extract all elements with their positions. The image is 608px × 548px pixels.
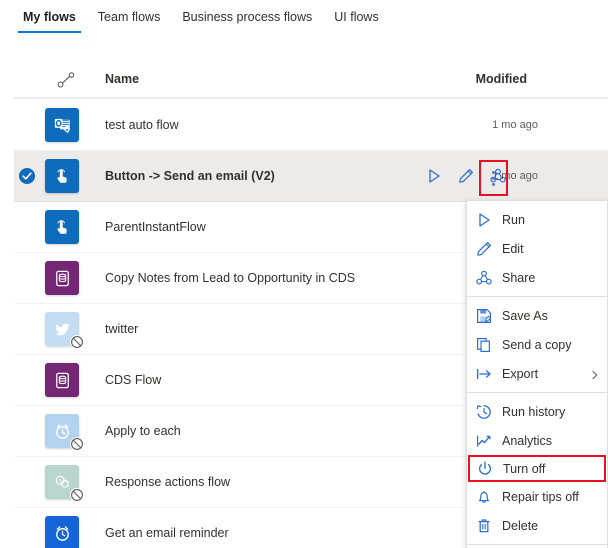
flow-name: Response actions flow [105,475,231,489]
menu-item-save-as[interactable]: Save As [467,301,607,330]
tab-label: Team flows [97,10,161,24]
menu-divider [467,544,607,545]
export-arrow-icon [475,365,493,383]
table-column-header: Name Modified [14,62,608,99]
tab-label: Business process flows [182,10,313,24]
flow-name: test auto flow [105,118,179,132]
menu-item-run[interactable]: Run [467,205,607,234]
ellipsis-icon [492,170,495,186]
outlook-icon [45,108,79,142]
flow-modified: 1 mo ago [492,119,538,131]
menu-item-turn-off[interactable]: Turn off [468,455,606,482]
menu-item-label: Edit [502,241,524,256]
menu-item-delete[interactable]: Delete [467,511,607,540]
button-tap-icon [45,159,79,193]
history-icon [475,403,493,421]
tab-label: UI flows [334,10,379,24]
flow-connector-icon [56,71,76,89]
flow-name: ParentInstantFlow [105,220,206,234]
flow-context-menu: Run Edit Share Save As Send a copy Export Run … [466,200,608,548]
chart-line-icon [475,432,493,450]
flow-disabled-badge-icon [70,488,84,502]
menu-item-label: Send a copy [502,337,572,352]
button-tap-icon [45,210,79,244]
flow-name: CDS Flow [105,373,162,387]
tab-my-flows[interactable]: My flows [12,0,87,33]
flow-name: twitter [105,322,139,336]
table-row[interactable]: test auto flow 1 mo ago [14,100,608,151]
menu-item-label: Run history [502,404,566,419]
tab-team-flows[interactable]: Team flows [87,0,172,33]
flow-name: Get an email reminder [105,526,229,540]
tab-bar: My flows Team flows Business process flo… [0,0,608,40]
menu-item-edit[interactable]: Edit [467,234,607,263]
tab-label: My flows [23,10,76,24]
share-icon [475,269,493,287]
bell-icon [475,488,493,506]
row-more-commands-button[interactable] [479,160,508,196]
menu-item-share[interactable]: Share [467,263,607,292]
menu-item-label: Delete [502,518,539,533]
menu-item-label: Turn off [503,461,546,476]
menu-item-export[interactable]: Export [467,359,607,388]
column-header-modified[interactable]: Modified [476,72,527,86]
power-automate-flows-page: My flows Team flows Business process flo… [0,0,608,548]
alarm-clock-icon [45,516,79,548]
run-triangle-icon [475,211,493,229]
save-as-icon [475,307,493,325]
row-edit-button[interactable] [457,167,475,185]
row-selected-checkmark-icon[interactable] [18,167,36,185]
flow-name: Copy Notes from Lead to Opportunity in C… [105,271,356,285]
chevron-right-icon [590,369,600,379]
database-icon [45,363,79,397]
power-icon [476,460,494,478]
menu-divider [467,392,607,393]
trash-icon [475,517,493,535]
tab-business-process-flows[interactable]: Business process flows [171,0,323,33]
menu-item-label: Run [502,212,525,227]
menu-divider [467,296,607,297]
menu-item-run-history[interactable]: Run history [467,397,607,426]
menu-item-label: Repair tips off [502,489,579,504]
column-header-name[interactable]: Name [105,72,139,86]
menu-item-repair-tips-off[interactable]: Repair tips off [467,482,607,511]
copy-icon [475,336,493,354]
tab-ui-flows[interactable]: UI flows [323,0,389,33]
menu-item-label: Export [502,366,539,381]
pencil-icon [475,240,493,258]
menu-item-send-a-copy[interactable]: Send a copy [467,330,607,359]
row-run-button[interactable] [425,167,443,185]
menu-item-label: Save As [502,308,548,323]
table-row[interactable]: Button -> Send an email (V2) 1 mo ago [14,151,608,202]
menu-item-analytics[interactable]: Analytics [467,426,607,455]
database-icon [45,261,79,295]
menu-item-label: Analytics [502,433,553,448]
flow-disabled-badge-icon [70,335,84,349]
flow-name: Button -> Send an email (V2) [105,169,275,183]
flow-disabled-badge-icon [70,437,84,451]
menu-item-label: Share [502,270,536,285]
flow-name: Apply to each [105,424,181,438]
